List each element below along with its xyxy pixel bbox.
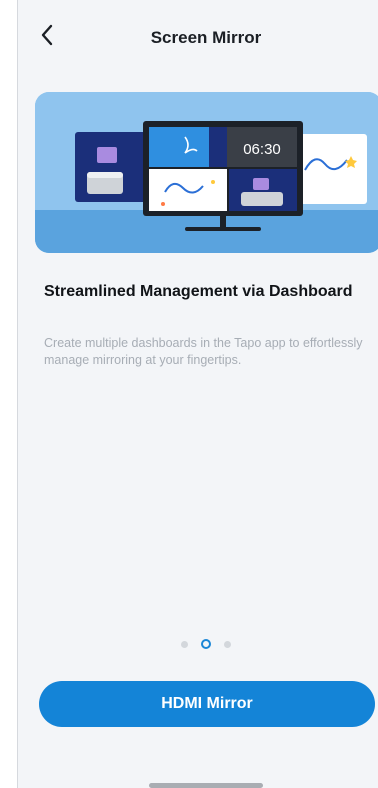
feature-heading: Streamlined Management via Dashboard — [44, 283, 353, 300]
screen-mirror-page: Screen Mirror 06:30 Streamlined Manageme… — [17, 0, 378, 788]
hdmi-mirror-button[interactable]: HDMI Mirror — [39, 681, 375, 727]
clock-text: 06:30 — [243, 141, 281, 158]
top-bar: Screen Mirror — [18, 0, 378, 74]
home-indicator — [149, 783, 263, 788]
left-camera-card — [75, 132, 147, 202]
pagination-dots — [18, 639, 378, 649]
page-title: Screen Mirror — [150, 28, 262, 47]
hero-illustration: 06:30 — [35, 92, 378, 253]
page-dot-2-active[interactable] — [201, 639, 211, 649]
dashboard-illustration: 06:30 — [35, 92, 378, 253]
monitor: 06:30 — [143, 121, 303, 231]
feature-description: Create multiple dashboards in the Tapo a… — [44, 336, 363, 367]
page-dot-1[interactable] — [181, 640, 188, 648]
page-dot-3[interactable] — [224, 640, 231, 648]
